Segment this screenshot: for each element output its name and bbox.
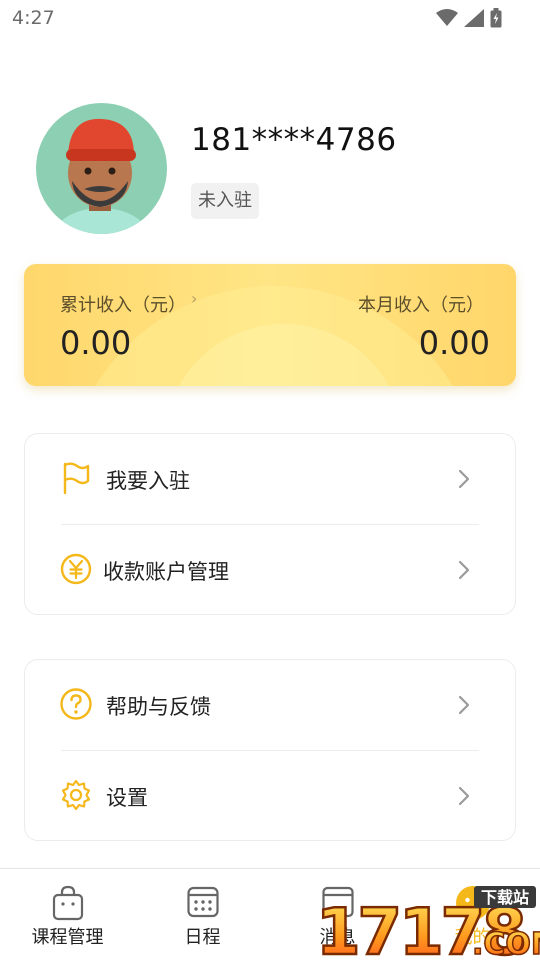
battery-icon [490, 8, 502, 28]
menu-item-settings[interactable]: 设置 [25, 751, 515, 841]
menu-item-label: 帮助与反馈 [106, 695, 211, 719]
status-time: 4:27 [12, 7, 55, 29]
status-icons [436, 8, 502, 28]
menu-item-label: 设置 [106, 786, 148, 810]
tab-label: 日程 [184, 927, 221, 948]
menu-item-label: 收款账户管理 [103, 560, 229, 584]
avatar[interactable] [36, 103, 167, 234]
signal-icon [464, 9, 484, 27]
shopping-bag-icon [52, 885, 83, 921]
menu-card-account: 我要入驻 收款账户管理 [24, 433, 516, 615]
income-card[interactable]: 累计收入（元） › 0.00 本月收入（元） 0.00 [24, 264, 516, 386]
chevron-right-icon [458, 560, 470, 580]
status-bar: 4:27 [0, 0, 540, 36]
chevron-right-icon [458, 786, 470, 806]
total-income-value: 0.00 [60, 324, 132, 362]
chevron-right-icon [458, 469, 470, 489]
watermark-logo: 17178 下载站 .COM [314, 880, 540, 960]
wifi-icon [436, 9, 458, 26]
menu-item-join[interactable]: 我要入驻 [25, 434, 515, 524]
tab-course-management[interactable]: 课程管理 [0, 869, 135, 960]
avatar-illustration [53, 118, 149, 234]
month-income-value: 0.00 [418, 324, 490, 362]
yen-circle-icon [60, 553, 92, 585]
menu-card-support: 帮助与反馈 设置 [24, 659, 516, 841]
flag-icon [63, 462, 90, 495]
svg-text:下载站: 下载站 [481, 888, 529, 907]
menu-item-label: 我要入驻 [106, 469, 190, 493]
menu-item-payment-account[interactable]: 收款账户管理 [25, 525, 515, 615]
menu-item-help-feedback[interactable]: 帮助与反馈 [25, 660, 515, 750]
phone-number: 181****4786 [191, 122, 397, 158]
tab-label: 课程管理 [31, 927, 104, 948]
calendar-icon [186, 886, 219, 918]
gear-icon [61, 779, 91, 811]
month-income-label: 本月收入（元） [358, 295, 484, 316]
chevron-right-icon: › [191, 289, 198, 308]
chevron-right-icon [458, 695, 470, 715]
status-badge: 未入驻 [191, 183, 259, 219]
tab-schedule[interactable]: 日程 [135, 869, 270, 960]
question-circle-icon [60, 688, 92, 720]
total-income-label: 累计收入（元） [60, 295, 186, 316]
svg-text:.COM: .COM [472, 927, 540, 960]
